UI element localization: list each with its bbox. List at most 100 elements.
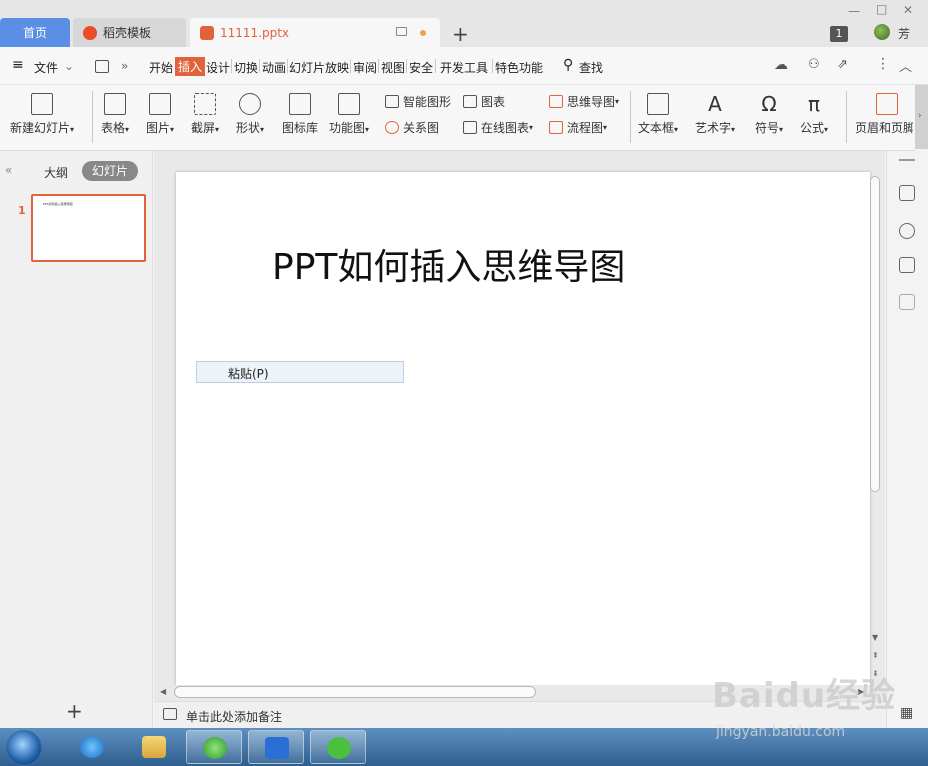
more-options-icon[interactable]: ⋮: [876, 56, 890, 72]
screenshot-label: 截屏: [191, 121, 216, 135]
collapse-panel-icon[interactable]: «: [5, 163, 12, 177]
menu-home[interactable]: 开始: [149, 59, 173, 76]
minimize-button[interactable]: —: [848, 4, 860, 18]
settings-sliders-icon[interactable]: [899, 185, 915, 201]
switch-icon[interactable]: [899, 257, 915, 273]
tab-home[interactable]: 首页: [0, 18, 70, 47]
menu-view[interactable]: 视图: [381, 59, 405, 76]
pin-icon[interactable]: [899, 223, 915, 239]
symbol-button[interactable]: Ω 符号▾: [755, 93, 783, 136]
paste-menu-item[interactable]: 粘贴(P): [228, 365, 269, 382]
menu-review[interactable]: 审阅: [353, 59, 377, 76]
tab-template[interactable]: 稻壳模板: [73, 18, 186, 47]
cloud-sync-icon[interactable]: ☁: [774, 57, 788, 73]
menu-design[interactable]: 设计: [206, 59, 230, 76]
add-slide-button[interactable]: +: [66, 699, 83, 723]
chevron-down-icon[interactable]: ⌄: [64, 59, 74, 73]
menu-animation[interactable]: 动画: [262, 59, 286, 76]
wordart-label: 艺术字: [695, 121, 732, 135]
header-footer-button[interactable]: 页眉和页脚: [855, 93, 913, 136]
window-count-badge[interactable]: 1: [830, 26, 848, 42]
textbox-button[interactable]: 文本框▾: [638, 93, 678, 136]
wechat-icon: [327, 737, 351, 759]
taskbar-wps[interactable]: [248, 730, 304, 764]
taskbar-browser[interactable]: [186, 730, 242, 764]
header-footer-icon: [876, 93, 898, 115]
tab-slides[interactable]: 幻灯片: [82, 161, 138, 181]
new-slide-button[interactable]: 新建幻灯片▾: [10, 93, 74, 136]
chart-button[interactable]: 图表: [463, 93, 505, 110]
horizontal-scroll-thumb[interactable]: [174, 686, 536, 698]
taskbar-explorer[interactable]: [126, 730, 182, 764]
smart-art-icon: [385, 95, 399, 108]
shape-icon: [239, 93, 262, 115]
monitor-icon[interactable]: [396, 27, 407, 36]
prev-slide-icon[interactable]: ⇞: [872, 651, 879, 660]
scroll-down-icon[interactable]: ▼: [872, 633, 878, 642]
save-icon[interactable]: [95, 60, 109, 73]
table-button[interactable]: 表格▾: [101, 93, 129, 136]
menu-slideshow[interactable]: 幻灯片放映: [289, 59, 349, 76]
ribbon-separator: [630, 91, 631, 143]
title-bar: 首页 稻壳模板 11111.pptx + — □ ✕ 1 芳: [0, 0, 928, 47]
relation-chart-button[interactable]: 关系图: [385, 119, 439, 136]
tab-document[interactable]: 11111.pptx: [190, 18, 440, 47]
menu-separator: [259, 59, 260, 73]
export-icon[interactable]: ⇗: [837, 57, 848, 72]
slide-editor: PPT如何插入思维导图 粘贴(P): [154, 151, 885, 701]
textbox-label: 文本框: [638, 121, 675, 135]
avatar[interactable]: [874, 24, 890, 40]
ie-icon: [80, 736, 104, 758]
notes-placeholder[interactable]: 单击此处添加备注: [186, 708, 282, 725]
slide-canvas[interactable]: PPT如何插入思维导图 粘贴(P): [176, 172, 870, 692]
picture-label: 图片: [146, 121, 171, 135]
user-name[interactable]: 芳: [898, 25, 910, 42]
tab-document-label: 11111.pptx: [220, 25, 290, 40]
tab-outline[interactable]: 大纲: [44, 164, 68, 181]
flowchart-button[interactable]: 流程图 ▾: [549, 119, 607, 136]
ribbon-scroll-right-button[interactable]: ›: [915, 85, 928, 149]
menu-developer[interactable]: 开发工具: [440, 59, 488, 76]
online-chart-button[interactable]: 在线图表 ▾: [463, 119, 533, 136]
search-icon[interactable]: ⚲: [563, 57, 573, 73]
menu-separator: [492, 59, 493, 73]
ribbon-separator: [846, 91, 847, 143]
new-slide-icon: [31, 93, 54, 115]
start-button[interactable]: [6, 730, 42, 766]
menu-transitions[interactable]: 切换: [234, 59, 258, 76]
formula-button[interactable]: π 公式▾: [800, 93, 828, 136]
slides-panel: « 大纲 幻灯片 1 PPT如何插入思维导图 +: [0, 151, 153, 728]
vertical-scroll-thumb[interactable]: [870, 176, 880, 492]
slide-thumbnail[interactable]: PPT如何插入思维导图: [31, 194, 146, 262]
slide-thumbnail-title: PPT如何插入思维导图: [43, 202, 73, 206]
menu-search[interactable]: 查找: [579, 59, 603, 76]
picture-icon: [149, 93, 172, 115]
menu-security[interactable]: 安全: [409, 59, 433, 76]
hamburger-menu-icon[interactable]: ≡: [12, 57, 24, 73]
new-tab-button[interactable]: +: [452, 22, 469, 46]
close-button[interactable]: ✕: [903, 3, 913, 17]
shape-button[interactable]: 形状▾: [236, 93, 264, 136]
wordart-button[interactable]: A 艺术字▾: [695, 93, 735, 136]
more-tools-icon[interactable]: »: [121, 59, 128, 73]
wps-icon: [265, 737, 289, 759]
taskbar-wechat[interactable]: [310, 730, 366, 764]
mind-map-button[interactable]: 思维导图 ▾: [549, 93, 619, 110]
maximize-button[interactable]: □: [876, 2, 887, 16]
share-user-icon[interactable]: ⚇: [808, 57, 820, 72]
screenshot-button[interactable]: 截屏▾: [191, 93, 219, 136]
menu-features[interactable]: 特色功能: [495, 59, 543, 76]
function-chart-button[interactable]: 功能图▾: [329, 93, 369, 136]
icon-library-button[interactable]: 图标库: [282, 93, 318, 136]
bar-chart-icon: [463, 95, 477, 108]
vertical-scrollbar[interactable]: [868, 172, 882, 492]
smart-art-button[interactable]: 智能图形: [385, 93, 451, 110]
collapse-ribbon-icon[interactable]: ︿: [899, 56, 912, 75]
menu-file[interactable]: 文件: [34, 59, 58, 76]
taskbar-ie[interactable]: [64, 730, 120, 764]
picture-button[interactable]: 图片▾: [146, 93, 174, 136]
scroll-left-icon[interactable]: ◀: [160, 687, 166, 696]
menu-insert[interactable]: 插入: [175, 57, 206, 76]
slide-title[interactable]: PPT如何插入思维导图: [272, 238, 625, 290]
cube-icon[interactable]: [899, 294, 915, 310]
